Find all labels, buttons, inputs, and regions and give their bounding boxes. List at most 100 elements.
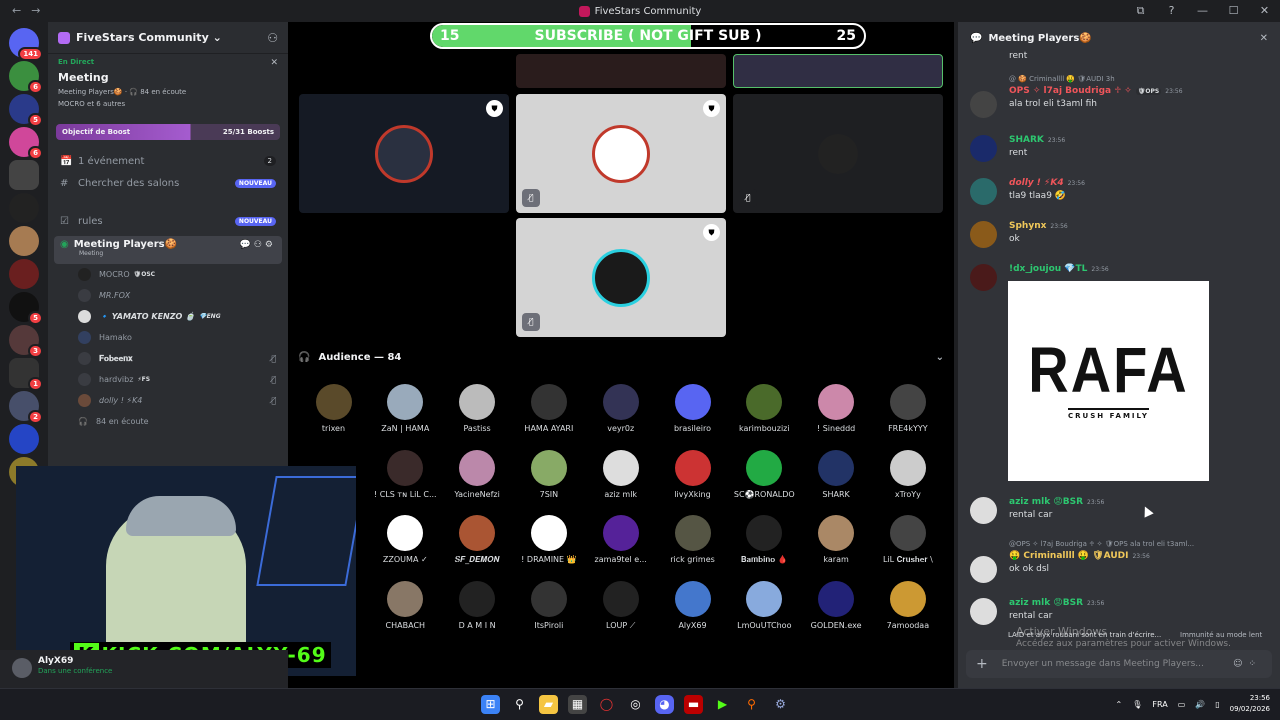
close-button[interactable]: ✕ <box>1249 0 1280 22</box>
author-name[interactable]: !dx_joujou 💎TL <box>1009 264 1087 274</box>
audience-header[interactable]: 🎧 Audience — 84 ⌄ <box>298 352 944 363</box>
voice-member[interactable]: 𝐅𝐨𝐛𝐞𝐞𝐧𝐱 🎙̸ <box>48 348 288 369</box>
author-name[interactable]: SHARK <box>1009 135 1044 145</box>
message[interactable]: SHARK 23:56 rent <box>970 135 1260 162</box>
mic-icon[interactable]: 🎙 <box>1132 700 1142 709</box>
audience-member[interactable]: 𝐁𝐚𝐦𝐛𝐢𝐧𝐨 🩸 <box>729 515 800 565</box>
store-icon[interactable]: ▦ <box>568 695 587 714</box>
audience-member[interactable]: veyr0z <box>585 384 656 433</box>
app-icon[interactable]: ⚲ <box>742 695 761 714</box>
close-icon[interactable]: ✕ <box>270 58 278 68</box>
server-icon[interactable] <box>9 424 39 454</box>
boost-goal[interactable]: Objectif de Boost 25/31 Boosts <box>56 124 280 140</box>
close-icon[interactable]: ✕ <box>1260 33 1268 44</box>
nav-arrows[interactable]: ←→ <box>12 4 50 17</box>
server-icon[interactable]: 2 <box>9 391 43 424</box>
chevron-up-icon[interactable]: ⌃ <box>1116 700 1123 709</box>
author-name[interactable]: dolly ! ⚡K4 <box>1009 178 1064 188</box>
audience-member[interactable]: CHABACH <box>370 580 441 630</box>
chevron-down-icon[interactable]: ⌄ <box>936 352 944 363</box>
voice-member[interactable]: Hamako <box>48 327 288 348</box>
inbox-icon[interactable]: ⧉ <box>1125 0 1156 22</box>
voice-member[interactable]: dolly ! ⚡K4 🎙̸ <box>48 390 288 411</box>
channel-actions[interactable]: 💬⚇⚙ <box>240 240 276 250</box>
help-icon[interactable]: ? <box>1156 0 1187 22</box>
message[interactable]: @OPS ✧ l7aj Boudriga ♱ ✧ 🛡OPS ala trol e… <box>970 540 1260 583</box>
server-icon[interactable]: 6 <box>9 61 43 94</box>
audience-member[interactable]: livyXking <box>657 449 728 499</box>
server-icon[interactable]: 6 <box>9 127 43 160</box>
audience-member[interactable]: HAMA AYARI <box>513 384 584 433</box>
audience-member[interactable]: karimbouzizi <box>729 384 800 433</box>
message[interactable]: rent <box>970 48 1260 61</box>
audience-member[interactable]: FRE4kYYY <box>872 384 943 433</box>
network-icon[interactable]: ▭ <box>1178 700 1186 709</box>
opera-icon[interactable]: ◯ <box>597 695 616 714</box>
author-name[interactable]: Sphynx <box>1009 221 1046 231</box>
audience-member[interactable]: Pastiss <box>442 384 513 433</box>
server-icon[interactable] <box>9 193 39 223</box>
voice-member[interactable]: 🔹 YAMATO KENZO 🍵 💎ENG <box>48 306 288 327</box>
minimize-button[interactable]: — <box>1187 0 1218 22</box>
add-attachment-icon[interactable]: + <box>976 656 988 672</box>
audience-member[interactable]: LmOuUTChoo <box>729 580 800 630</box>
server-icon[interactable] <box>9 259 39 289</box>
forward-icon[interactable]: → <box>31 4 50 17</box>
voice-member[interactable]: hardvibz ⚡FS 🎙̸ <box>48 369 288 390</box>
message-composer[interactable]: + Envoyer un message dans Meeting Player… <box>966 650 1272 678</box>
add-member-icon[interactable]: ⚇ <box>267 31 278 45</box>
audience-member[interactable]: SC⚽RONALDO <box>729 449 800 499</box>
browse-channels-row[interactable]: # Chercher des salons NOUVEAU <box>48 172 288 194</box>
audience-member[interactable]: 𝑺𝑭_𝑫𝑬𝑴𝑶𝑵 <box>442 515 513 565</box>
audience-member[interactable]: xTroYy <box>872 449 943 499</box>
channel-rules[interactable]: ☑ rules NOUVEAU <box>48 210 288 232</box>
clock[interactable]: 23:56 09/02/2026 <box>1230 693 1270 715</box>
audience-member[interactable]: zama9tel e... <box>585 515 656 564</box>
audience-member[interactable]: rick grimes <box>657 515 728 564</box>
author-name[interactable]: aziz mlk 😡BSR <box>1009 497 1083 507</box>
audience-member[interactable]: trixen <box>298 384 369 433</box>
language[interactable]: FRA <box>1152 700 1167 709</box>
audience-member[interactable]: GOLDEN.exe <box>801 580 872 630</box>
message[interactable]: Sphynx 23:56 ok <box>970 221 1260 248</box>
app-icon[interactable]: ▬ <box>684 695 703 714</box>
audience-member[interactable]: SHARK <box>801 449 872 499</box>
message[interactable]: aziz mlk 😡BSR 23:56 rental car <box>970 598 1260 625</box>
volume-icon[interactable]: 🔊 <box>1195 700 1205 709</box>
message[interactable]: aziz mlk 😡BSR 23:56 rental car <box>970 497 1260 524</box>
audience-member[interactable]: 7SIN <box>513 449 584 499</box>
speaker-tile[interactable]: ⛊ 🎙̸ <box>516 94 726 213</box>
listeners-row[interactable]: 🎧 84 en écoute <box>48 411 288 432</box>
audience-member[interactable]: karam <box>801 515 872 564</box>
audience-member[interactable]: ! CLS ᴛɴ LiL C... <box>370 449 441 499</box>
speaker-tile[interactable] <box>733 54 943 88</box>
server-icon[interactable]: 5 <box>9 292 43 325</box>
audience-member[interactable]: aziz mlk <box>585 449 656 499</box>
audience-member[interactable]: ZaN | HAMA <box>370 384 441 433</box>
author-name[interactable]: aziz mlk 😡BSR <box>1009 598 1083 608</box>
audience-member[interactable]: LOUP ⟋ <box>585 580 656 631</box>
audience-member[interactable]: ZZOUMA ✓ <box>370 515 441 564</box>
obs-icon[interactable]: ◎ <box>626 695 645 714</box>
events-row[interactable]: 📅 1 événement 2 <box>48 150 288 172</box>
message[interactable]: @ 🍪 Criminallll 🤑 🛡AUDI 3h OPS ✧ l7aj Bou… <box>970 75 1260 118</box>
server-icon[interactable]: 5 <box>9 94 43 127</box>
message[interactable]: !dx_joujou 💎TL 23:56 <box>970 264 1260 291</box>
live-panel[interactable]: En Direct ✕ Meeting Meeting Players🍪 · 🎧 … <box>48 54 288 108</box>
emoji-icon[interactable]: ☺⁘ <box>1233 659 1262 669</box>
message-input[interactable]: Envoyer un message dans Meeting Players.… <box>1002 659 1204 669</box>
message[interactable]: dolly ! ⚡K4 23:56 tla9 tlaa9 🤣 <box>970 178 1260 205</box>
speaker-tile[interactable]: ⛊ 🎙̸ <box>516 218 726 337</box>
speaker-tile[interactable] <box>516 54 726 88</box>
search-icon[interactable]: ⚲ <box>510 695 529 714</box>
author-name[interactable]: OPS ✧ l7aj Boudriga ♱ ✧ <box>1009 86 1132 96</box>
server-icon[interactable] <box>9 160 39 190</box>
channel-meeting-players[interactable]: ◉ Meeting Players🍪 💬⚇⚙ Meeting <box>54 236 282 264</box>
speaker-tile[interactable]: 🎙̸ <box>733 94 943 213</box>
server-icon[interactable]: 3 <box>9 325 43 358</box>
audience-member[interactable]: D A M I N <box>442 580 513 630</box>
audience-member[interactable]: brasileiro <box>657 384 728 433</box>
discord-icon[interactable]: ◕ <box>655 695 674 714</box>
audience-member[interactable]: ItsPiroli <box>513 580 584 630</box>
server-icon[interactable]: 1 <box>9 358 43 391</box>
